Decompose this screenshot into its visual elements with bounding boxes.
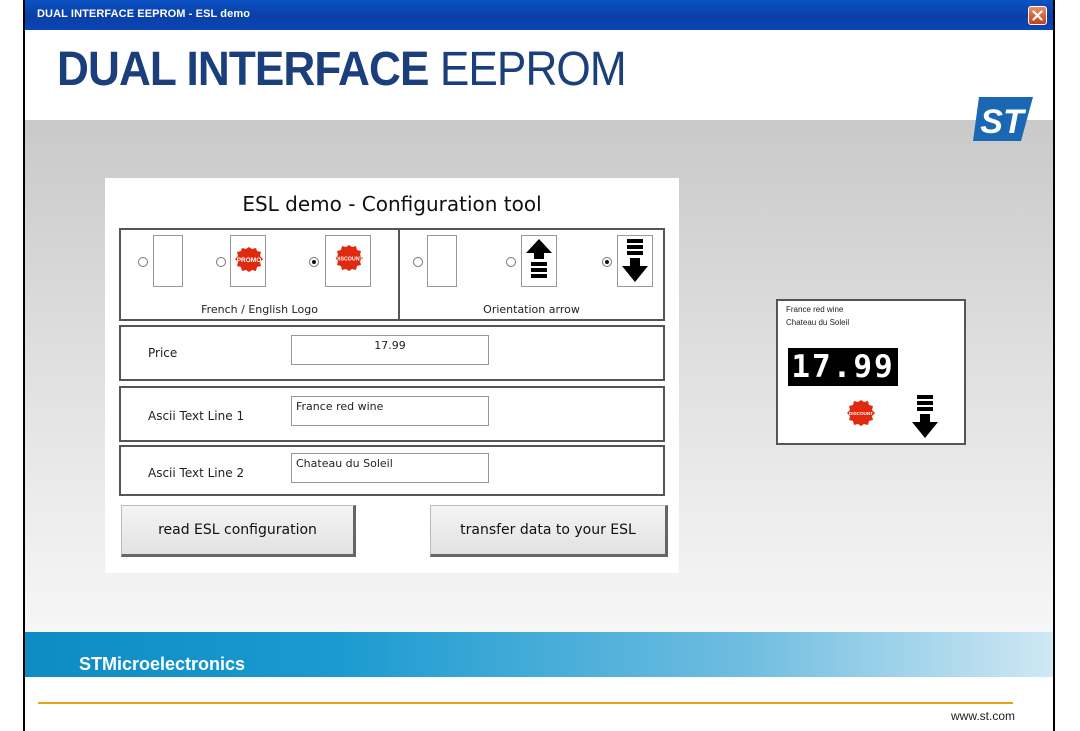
promo-logo-box: PROMO	[230, 235, 266, 287]
discount-logo-text: DISCOUNT	[335, 257, 363, 263]
st-logo-text: ST	[980, 103, 1027, 141]
arrow-up-icon	[526, 239, 552, 278]
text-line-2-group: Ascii Text Line 2 Chateau du Soleil	[119, 445, 665, 496]
text-line-1-label: Ascii Text Line 1	[148, 409, 245, 423]
read-config-button[interactable]: read ESL configuration	[121, 505, 356, 557]
blank-logo-icon	[153, 235, 183, 287]
app-window: DUAL INTERFACE EEPROM - ESL demo DUAL IN…	[23, 0, 1055, 731]
logo-radio-blank[interactable]	[138, 257, 148, 267]
preview-line-1: France red wine	[786, 305, 844, 314]
arrow-down-icon	[622, 239, 648, 282]
close-icon	[1032, 10, 1043, 21]
arrow-up-box	[521, 235, 557, 287]
promo-logo-icon: PROMO	[235, 247, 263, 272]
footer-band: STMicroelectronics	[25, 632, 1053, 677]
configuration-panel: ESL demo - Configuration tool PROMO DISC…	[105, 178, 679, 573]
page-title-bold: DUAL INTERFACE	[57, 43, 429, 96]
arrow-group-label: Orientation arrow	[483, 303, 580, 316]
footer-divider	[38, 702, 1013, 704]
blank-arrow-icon	[427, 235, 457, 287]
text-line-1-input[interactable]: France red wine	[291, 396, 489, 426]
price-group: Price 17.99	[119, 325, 665, 381]
preview-discount-icon: DISCOUNT	[847, 400, 875, 426]
footer-brand: STMicroelectronics	[79, 654, 246, 674]
discount-logo-box: DISCOUNT	[325, 235, 371, 287]
page-title-thin: EEPROM	[439, 43, 627, 96]
logo-group-label: French / English Logo	[201, 303, 318, 316]
promo-logo-text: PROMO	[237, 257, 262, 264]
text-line-1-group: Ascii Text Line 1 France red wine	[119, 386, 665, 442]
transfer-data-button[interactable]: transfer data to your ESL	[430, 505, 668, 557]
arrow-radio-blank[interactable]	[413, 257, 423, 267]
arrow-down-box	[617, 235, 653, 287]
preview-line-2: Chateau du Soleil	[786, 318, 850, 327]
footer-url[interactable]: www.st.com	[951, 709, 1015, 723]
text-line-2-input[interactable]: Chateau du Soleil	[291, 453, 489, 483]
panel-title: ESL demo - Configuration tool	[242, 192, 542, 216]
discount-logo-icon: DISCOUNT	[335, 245, 364, 271]
close-button[interactable]	[1028, 6, 1047, 25]
esl-preview: France red wine Chateau du Soleil 17.99 …	[776, 299, 966, 445]
window-title: DUAL INTERFACE EEPROM - ESL demo	[37, 8, 251, 20]
text-line-2-label: Ascii Text Line 2	[148, 466, 245, 480]
title-bar[interactable]: DUAL INTERFACE EEPROM - ESL demo	[25, 0, 1053, 30]
logo-radio-discount[interactable]	[309, 257, 319, 267]
preview-logo-text: DISCOUNT	[849, 411, 873, 416]
logo-radio-promo[interactable]	[216, 257, 226, 267]
preview-price-display: 17.99	[788, 348, 898, 386]
page-title: DUAL INTERFACE EEPROM	[57, 42, 627, 97]
logo-arrow-group: PROMO DISCOUNT French / English Logo Ori…	[119, 228, 665, 321]
preview-arrow-down-icon	[912, 395, 938, 438]
st-logo: ST	[973, 97, 1033, 141]
price-input[interactable]: 17.99	[291, 335, 489, 365]
arrow-radio-up[interactable]	[506, 257, 516, 267]
price-label: Price	[148, 346, 178, 360]
arrow-radio-down[interactable]	[602, 257, 612, 267]
